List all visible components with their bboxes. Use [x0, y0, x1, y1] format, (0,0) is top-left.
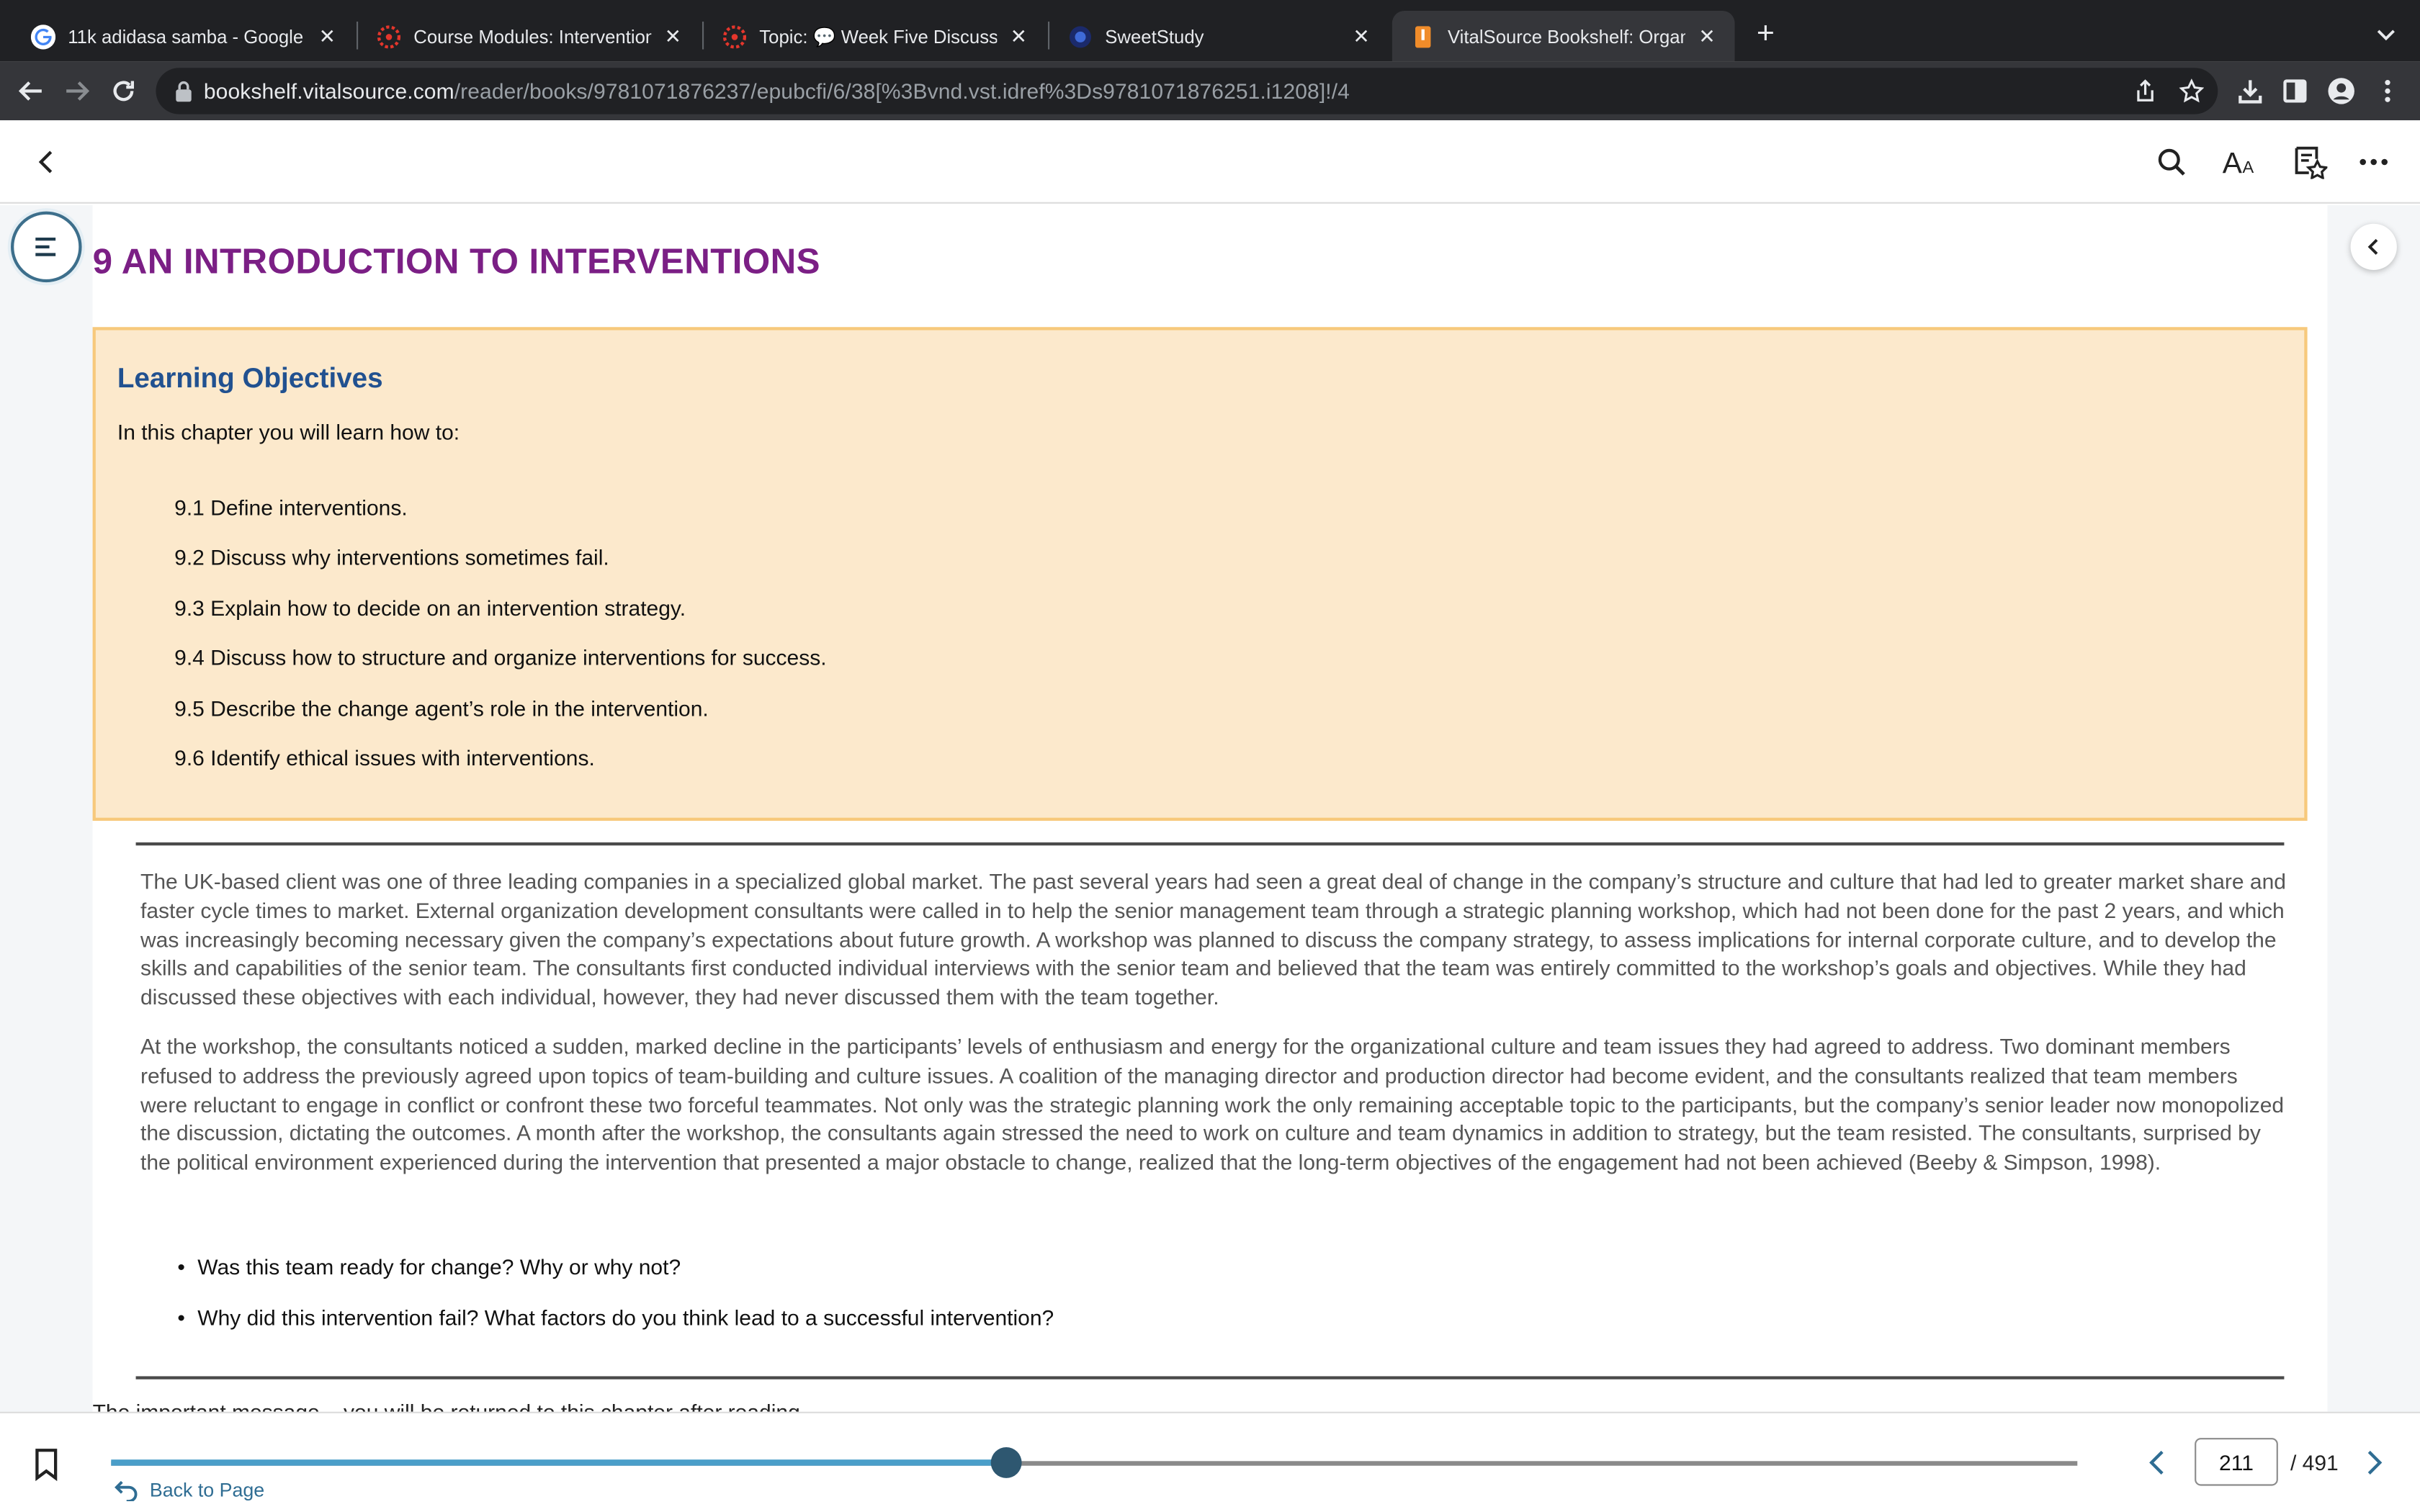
sweetstudy-icon [1068, 24, 1093, 48]
back-to-page-label: Back to Page [149, 1480, 265, 1501]
case-paragraph: The UK-based client was one of three lea… [140, 868, 2287, 1009]
section-divider [135, 1376, 2285, 1380]
learning-objective-item: 9.5 Describe the change agent’s role in … [174, 695, 709, 720]
browser-tab-google[interactable]: 11k adidasa samba - Google Se ✕ [12, 11, 355, 62]
tab-title: Course Modules: Interventions [413, 25, 652, 48]
tab-title: 11k adidasa samba - Google Se [68, 25, 306, 48]
text-size-icon[interactable]: AA [2223, 143, 2259, 180]
learning-objectives-list: 9.1 Define interventions. 9.2 Discuss wh… [174, 495, 826, 795]
close-tab-icon[interactable]: ✕ [660, 24, 685, 48]
learning-objective-item: 9.2 Discuss why interventions sometimes … [174, 545, 609, 570]
more-options-icon[interactable] [2355, 143, 2392, 180]
browser-tab-strip: 11k adidasa samba - Google Se ✕ Course M… [0, 0, 2420, 62]
back-arrow-icon[interactable] [15, 76, 46, 107]
learning-objective-item: 9.4 Discuss how to structure and organiz… [174, 645, 827, 670]
tab-title: Topic: 💬 Week Five Discussion [759, 25, 998, 48]
total-pages-label: / 491 [2290, 1450, 2339, 1475]
browser-tab-sweetstudy[interactable]: SweetStudy ✕ [1049, 11, 1389, 62]
canvas-icon [722, 24, 747, 48]
reload-icon[interactable] [108, 76, 139, 107]
forward-arrow-icon[interactable] [62, 76, 93, 107]
reader-footer: Back to Page / 491 [0, 1411, 2420, 1512]
reader-back-icon[interactable] [28, 143, 65, 180]
learning-objectives-title: Learning Objectives [117, 362, 383, 394]
side-panel-icon[interactable] [2281, 77, 2309, 105]
svg-text:A: A [2243, 158, 2254, 176]
canvas-icon [377, 24, 401, 48]
back-to-page-link[interactable]: Back to Page [115, 1480, 265, 1501]
next-page-icon[interactable] [2358, 1447, 2389, 1478]
browser-tab-course-modules[interactable]: Course Modules: Interventions ✕ [358, 11, 701, 62]
discussion-question: Why did this intervention fail? What fac… [177, 1305, 1054, 1356]
browser-tab-vitalsource[interactable]: VitalSource Bookshelf: Organiz ✕ [1392, 11, 1735, 62]
chevron-down-icon[interactable] [2374, 22, 2398, 46]
learning-objective-item: 9.1 Define interventions. [174, 495, 408, 521]
collapse-panel-button[interactable] [2350, 223, 2397, 270]
url-host: bookshelf.vitalsource.com [203, 78, 454, 104]
menu-lines-icon [35, 238, 56, 256]
search-icon[interactable] [2153, 143, 2190, 180]
svg-text:A: A [2223, 147, 2243, 178]
discussion-question: Was this team ready for change? Why or w… [177, 1254, 1054, 1305]
close-tab-icon[interactable]: ✕ [315, 24, 339, 48]
close-tab-icon[interactable]: ✕ [1349, 24, 1373, 48]
learning-objective-item: 9.3 Explain how to decide on an interven… [174, 595, 686, 620]
url-text: bookshelf.vitalsource.com/reader/books/9… [204, 78, 1350, 103]
discussion-questions: Was this team ready for change? Why or w… [177, 1254, 1054, 1356]
table-of-contents-button[interactable] [11, 211, 82, 283]
page-slider-fill [111, 1459, 1006, 1466]
undo-arrow-icon [115, 1480, 138, 1501]
share-icon[interactable] [2133, 78, 2157, 103]
page-slider-thumb[interactable] [990, 1446, 1021, 1478]
download-icon[interactable] [2236, 77, 2264, 105]
browser-tab-topic-discussion[interactable]: Topic: 💬 Week Five Discussion ✕ [704, 11, 1047, 62]
chapter-title: 9 AN INTRODUCTION TO INTERVENTIONS [92, 240, 820, 281]
google-g-icon [30, 24, 56, 49]
learning-objectives-box: Learning Objectives In this chapter you … [92, 327, 2308, 821]
close-tab-icon[interactable]: ✕ [1006, 24, 1031, 48]
tab-title: VitalSource Bookshelf: Organiz [1447, 25, 1685, 48]
previous-page-icon[interactable] [2142, 1447, 2173, 1478]
page-number-input[interactable] [2195, 1438, 2278, 1486]
new-tab-button[interactable]: + [1750, 19, 1781, 50]
browser-menu-icon[interactable] [2374, 77, 2402, 105]
url-path: /reader/books/9781071876237/epubcfi/6/38… [454, 78, 1350, 104]
book-page: 9 AN INTRODUCTION TO INTERVENTIONS Learn… [92, 205, 2328, 1413]
browser-toolbar: bookshelf.vitalsource.com/reader/books/9… [0, 61, 2420, 121]
page-slider-track[interactable] [111, 1446, 2078, 1478]
bookmark-star-icon[interactable] [2179, 78, 2205, 103]
reader-content-area[interactable]: 9 AN INTRODUCTION TO INTERVENTIONS Learn… [0, 205, 2420, 1413]
learning-objective-item: 9.6 Identify ethical issues with interve… [174, 744, 595, 770]
learning-objectives-intro: In this chapter you will learn how to: [117, 419, 460, 445]
profile-avatar-icon[interactable] [2327, 77, 2355, 105]
case-paragraph: At the workshop, the consultants noticed… [140, 1033, 2285, 1175]
close-tab-icon[interactable]: ✕ [1695, 24, 1719, 48]
lock-icon [174, 80, 193, 102]
notes-highlights-icon[interactable] [2292, 143, 2329, 180]
vitalsource-icon [1411, 24, 1435, 48]
address-bar[interactable]: bookshelf.vitalsource.com/reader/books/9… [156, 68, 2218, 114]
tab-title: SweetStudy [1105, 25, 1204, 48]
reader-header: AA [0, 120, 2420, 204]
section-divider [135, 842, 2285, 846]
bookmark-icon[interactable] [31, 1447, 62, 1482]
chevron-left-icon [2367, 238, 2378, 255]
